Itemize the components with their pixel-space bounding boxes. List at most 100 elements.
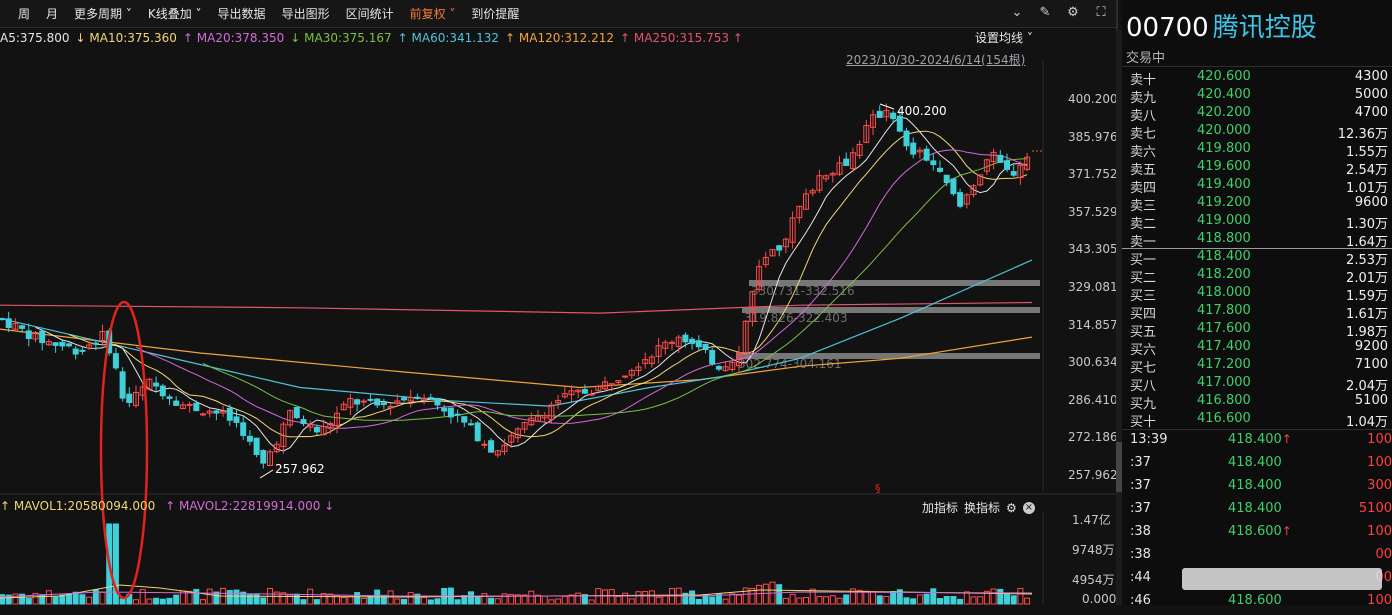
tick-time: :37 [1130,455,1151,470]
order-book-vol: 7100 [1354,357,1388,372]
volume-bar [233,589,240,605]
order-book-row[interactable]: 买六 417.400 9200 [1122,339,1392,358]
candle-body [695,340,702,348]
candle-body [52,342,59,346]
order-book-label: 买一 [1130,253,1157,268]
volume-bar [434,598,441,605]
switch-indicator-button[interactable]: 换指标 [964,499,1000,516]
order-book-row[interactable]: 卖六 419.800 1.55万 [1122,141,1392,160]
mavol2: MAVOL2:22819914.000 [178,499,321,513]
order-book-row[interactable]: 卖十 420.600 4300 [1122,69,1392,88]
volume-bar [394,598,401,605]
candle-body [5,318,12,329]
settings-icon[interactable]: ⚙ [1006,501,1017,515]
volume-bar [387,590,394,605]
tick-volume: 5100 [1358,501,1392,516]
order-book-price: 418.800 [1197,231,1251,246]
order-book-label: 买四 [1130,307,1157,322]
order-book-row[interactable]: 卖二 419.000 1.30万 [1122,213,1392,232]
order-book-price: 419.800 [1197,141,1251,156]
low-pointer [259,469,274,479]
candle-body [468,423,474,426]
candle-body [1010,171,1017,176]
candle-body [689,338,696,344]
order-book-row[interactable]: 卖四 419.400 1.01万 [1122,177,1392,196]
candle-body [0,318,5,321]
volume-bar [883,595,890,605]
order-book-price: 418.000 [1197,285,1251,300]
order-book-price: 419.000 [1197,213,1251,228]
order-book-row[interactable]: 卖三 419.200 9600 [1122,195,1392,214]
volume-axis-label: 9748万 [1072,543,1115,557]
volume-bar [494,598,501,605]
candle-body [119,371,126,399]
tick-volume: 100 [1367,593,1392,608]
volume-bar [79,594,86,605]
close-icon[interactable]: × [1022,501,1035,514]
price-axis-label: 357.529 [1068,204,1118,219]
order-book-label: 卖三 [1130,199,1157,214]
order-book-vol: 2.04万 [1346,379,1388,394]
volume-bar [930,588,937,605]
candle-body [59,341,66,347]
order-book-label: 卖六 [1130,145,1157,160]
order-book-row[interactable]: 卖八 420.200 4700 [1122,105,1392,124]
candle-body [434,397,441,406]
tick-time: :46 [1130,593,1151,608]
volume-bar [293,593,300,605]
order-book-row[interactable]: 买二 418.200 2.01万 [1122,267,1392,286]
order-book-row[interactable]: 买一 418.400 2.53万 [1122,249,1392,268]
order-book-price: 417.600 [1197,321,1251,336]
candle-body [200,413,206,416]
order-book-row[interactable]: 买八 417.000 2.04万 [1122,375,1392,394]
volume-bar [347,596,354,605]
volume-bar [655,596,662,605]
volume-bar [427,599,434,605]
volume-bar [1017,587,1024,605]
candle-body [66,343,72,347]
order-book-label: 买十 [1130,415,1157,430]
candle-body [159,385,166,397]
volume-bar [1024,597,1031,605]
order-book-price: 418.200 [1197,267,1251,282]
order-book-row[interactable]: 买五 417.600 1.98万 [1122,321,1392,340]
tick-row: :46 418.600 100 [1122,593,1392,615]
candle-body [253,437,260,455]
candle-body [360,400,367,403]
candle-body [461,416,468,423]
candle-body [293,407,300,419]
candle-body [776,245,783,251]
order-book-row[interactable]: 卖七 420.000 12.36万 [1122,123,1392,142]
candle-body [427,397,434,400]
volume-bar [602,589,608,605]
order-book-label: 买七 [1130,361,1157,376]
annotations: 400.200 257.962 § [99,103,1043,600]
tick-time: :37 [1130,501,1151,516]
add-indicator-button[interactable]: 加指标 [922,499,958,516]
order-book-row[interactable]: 卖九 420.400 5000 [1122,87,1392,106]
order-book-label: 卖五 [1130,163,1157,178]
volume-bar [548,599,555,605]
tick-time: :38 [1130,524,1151,539]
candle-body [997,154,1004,163]
order-book-row[interactable]: 卖五 419.600 2.54万 [1122,159,1392,178]
volume-bar [541,595,548,605]
order-book-label: 买五 [1130,325,1157,340]
volume-bar [943,595,950,605]
volume-bar [146,598,153,605]
price-axis-label: 272.186 [1068,430,1118,445]
order-book-row[interactable]: 买四 417.800 1.61万 [1122,303,1392,322]
order-book-row[interactable]: 卖一 418.800 1.64万 [1122,231,1392,250]
volume-bar [722,598,729,605]
order-book-price: 420.200 [1197,105,1251,120]
volume-bar [695,598,702,605]
volume-bar [635,591,642,605]
order-book-price: 420.600 [1197,69,1251,84]
order-book-row[interactable]: 买三 418.000 1.59万 [1122,285,1392,304]
tick-row: :38 00 [1122,547,1392,569]
order-book-price: 417.800 [1197,303,1251,318]
order-book-row[interactable]: 买七 417.200 7100 [1122,357,1392,376]
order-book-row[interactable]: 买十 416.600 1.04万 [1122,411,1392,430]
volume-bar [957,598,964,605]
order-book-row[interactable]: 买九 416.800 5100 [1122,393,1392,412]
